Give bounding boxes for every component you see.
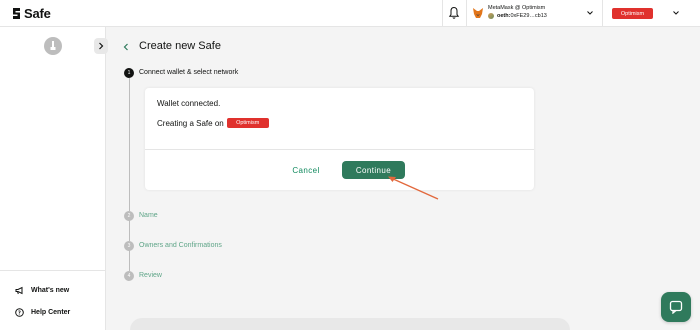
help-center-label: Help Center <box>31 309 71 316</box>
help-circle-icon: ? <box>15 308 24 317</box>
chevron-down-icon[interactable] <box>672 9 680 17</box>
step-3-number: 3 <box>124 241 134 251</box>
top-header: Safe MetaMask @ Optimism oeth:0xFE29…cb1… <box>0 0 700 27</box>
chat-icon <box>669 300 683 314</box>
back-arrow-icon[interactable] <box>122 42 130 52</box>
bell-icon[interactable] <box>448 6 460 20</box>
step-4-number: 4 <box>124 271 134 281</box>
header-divider <box>466 0 467 27</box>
sidebar-divider <box>0 270 106 271</box>
step-2-label: Name <box>139 212 158 219</box>
network-selector[interactable]: Optimism <box>612 8 653 19</box>
chevron-down-icon[interactable] <box>586 9 594 17</box>
step-3-label: Owners and Confirmations <box>139 242 222 249</box>
logo-text: Safe <box>24 6 51 21</box>
sidebar-expand-button[interactable] <box>94 38 108 54</box>
stepper-line <box>129 250 130 271</box>
metamask-fox-icon <box>473 8 483 18</box>
megaphone-icon <box>15 286 23 295</box>
chain-chip: Optimism <box>226 118 269 128</box>
step-1-number: 1 <box>124 68 134 78</box>
page-title: Create new Safe <box>139 40 221 52</box>
connect-wallet-card: Wallet connected. Creating a Safe on Opt… <box>145 88 534 190</box>
cancel-button[interactable]: Cancel <box>287 163 325 177</box>
avatar-placeholder-icon <box>50 41 56 50</box>
stepper-line <box>129 78 130 211</box>
annotation-arrow <box>388 176 439 200</box>
chevron-right-icon <box>99 42 104 50</box>
wallet-address-row: oeth:0xFE29…cb13 <box>488 13 547 19</box>
card-divider <box>145 149 534 150</box>
step-1-label: Connect wallet & select network <box>139 69 239 76</box>
wallet-name: MetaMask @ Optimism <box>488 5 546 11</box>
bottom-card-shadow <box>130 318 570 330</box>
header-divider <box>442 0 443 27</box>
chat-help-button[interactable] <box>661 292 691 322</box>
sidebar: What's new ? Help Center <box>0 27 108 330</box>
step-2-number: 2 <box>124 211 134 221</box>
wallet-identicon <box>488 13 494 19</box>
whats-new-link[interactable]: What's new <box>15 286 69 295</box>
creating-safe-row: Creating a Safe on Optimism <box>157 118 269 128</box>
wallet-address-value: 0xFE29…cb13 <box>510 13 547 19</box>
safe-logo-icon <box>13 8 20 19</box>
whats-new-label: What's new <box>31 287 70 294</box>
stepper-line <box>129 220 130 241</box>
safe-avatar <box>44 37 62 55</box>
step-4-label: Review <box>139 272 162 279</box>
wallet-address: oeth:0xFE29…cb13 <box>497 13 547 19</box>
header-divider <box>602 0 603 27</box>
wallet-address-prefix: oeth: <box>497 13 511 19</box>
wallet-connected-text: Wallet connected. <box>157 99 221 108</box>
creating-safe-text: Creating a Safe on <box>157 118 224 128</box>
help-center-link[interactable]: ? Help Center <box>15 308 70 317</box>
safe-logo[interactable]: Safe <box>11 6 51 21</box>
svg-text:?: ? <box>18 310 21 316</box>
